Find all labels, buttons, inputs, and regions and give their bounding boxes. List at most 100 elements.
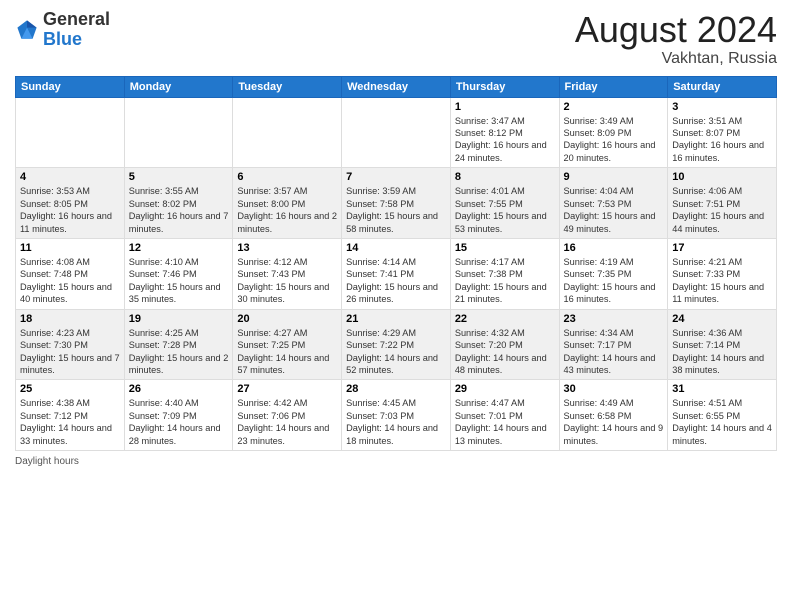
logo-blue-text: Blue	[43, 29, 82, 49]
calendar-cell: 26 Sunrise: 4:40 AM Sunset: 7:09 PM Dayli…	[124, 380, 233, 451]
calendar-cell: 2 Sunrise: 3:49 AM Sunset: 8:09 PM Daylig…	[559, 97, 668, 168]
day-number: 4	[20, 171, 120, 183]
calendar-cell: 31 Sunrise: 4:51 AM Sunset: 6:55 PM Dayli…	[668, 380, 777, 451]
calendar-cell: 19 Sunrise: 4:25 AM Sunset: 7:28 PM Dayli…	[124, 309, 233, 380]
day-number: 25	[20, 383, 120, 395]
logo-text: General Blue	[43, 10, 110, 50]
calendar-cell: 7Sunrise: 3:59 AM Sunset: 7:58 PM Daylig…	[342, 168, 451, 239]
day-number: 24	[672, 313, 772, 325]
calendar-cell: 15Sunrise: 4:17 AM Sunset: 7:38 PM Dayli…	[450, 238, 559, 309]
day-info: Sunrise: 4:40 AM Sunset: 7:09 PM Dayligh…	[129, 397, 229, 447]
day-info: Sunrise: 4:47 AM Sunset: 7:01 PM Dayligh…	[455, 397, 555, 447]
calendar-cell: 5 Sunrise: 3:55 AM Sunset: 8:02 PM Daylig…	[124, 168, 233, 239]
day-number: 22	[455, 313, 555, 325]
header: General Blue August 2024 Vakhtan, Russia	[15, 10, 777, 68]
day-info: Sunrise: 4:34 AM Sunset: 7:17 PM Dayligh…	[564, 327, 664, 377]
calendar-week-3: 18 Sunrise: 4:23 AM Sunset: 7:30 PM Dayli…	[16, 309, 777, 380]
day-number: 12	[129, 242, 229, 254]
day-info: Sunrise: 4:38 AM Sunset: 7:12 PM Dayligh…	[20, 397, 120, 447]
day-info: Sunrise: 3:55 AM Sunset: 8:02 PM Dayligh…	[129, 185, 229, 235]
day-number: 29	[455, 383, 555, 395]
calendar-cell: 29 Sunrise: 4:47 AM Sunset: 7:01 PM Dayli…	[450, 380, 559, 451]
day-number: 30	[564, 383, 664, 395]
day-number: 23	[564, 313, 664, 325]
calendar-cell: 20 Sunrise: 4:27 AM Sunset: 7:25 PM Dayli…	[233, 309, 342, 380]
day-info: Sunrise: 4:19 AM Sunset: 7:35 PM Dayligh…	[564, 256, 664, 306]
day-number: 27	[237, 383, 337, 395]
day-info: Sunrise: 4:51 AM Sunset: 6:55 PM Dayligh…	[672, 397, 772, 447]
day-info: Sunrise: 4:06 AM Sunset: 7:51 PM Dayligh…	[672, 185, 772, 235]
day-number: 8	[455, 171, 555, 183]
calendar-cell: 30 Sunrise: 4:49 AM Sunset: 6:58 PM Dayli…	[559, 380, 668, 451]
calendar-header-row: SundayMondayTuesdayWednesdayThursdayFrid…	[16, 76, 777, 97]
day-number: 9	[564, 171, 664, 183]
day-header-wednesday: Wednesday	[342, 76, 451, 97]
calendar-week-4: 25 Sunrise: 4:38 AM Sunset: 7:12 PM Dayli…	[16, 380, 777, 451]
calendar-cell: 22 Sunrise: 4:32 AM Sunset: 7:20 PM Dayli…	[450, 309, 559, 380]
day-header-thursday: Thursday	[450, 76, 559, 97]
day-number: 19	[129, 313, 229, 325]
calendar-cell: 11Sunrise: 4:08 AM Sunset: 7:48 PM Dayli…	[16, 238, 125, 309]
calendar-cell	[233, 97, 342, 168]
month-year: August 2024	[575, 10, 777, 50]
day-info: Sunrise: 4:25 AM Sunset: 7:28 PM Dayligh…	[129, 327, 229, 377]
calendar-cell: 23 Sunrise: 4:34 AM Sunset: 7:17 PM Dayli…	[559, 309, 668, 380]
calendar-cell	[124, 97, 233, 168]
day-info: Sunrise: 4:32 AM Sunset: 7:20 PM Dayligh…	[455, 327, 555, 377]
calendar-cell: 3Sunrise: 3:51 AM Sunset: 8:07 PM Daylig…	[668, 97, 777, 168]
day-info: Sunrise: 3:49 AM Sunset: 8:09 PM Dayligh…	[564, 115, 664, 165]
calendar-cell: 24Sunrise: 4:36 AM Sunset: 7:14 PM Dayli…	[668, 309, 777, 380]
calendar-cell	[342, 97, 451, 168]
calendar-table: SundayMondayTuesdayWednesdayThursdayFrid…	[15, 76, 777, 451]
day-number: 5	[129, 171, 229, 183]
calendar-cell: 8 Sunrise: 4:01 AM Sunset: 7:55 PM Daylig…	[450, 168, 559, 239]
day-info: Sunrise: 4:10 AM Sunset: 7:46 PM Dayligh…	[129, 256, 229, 306]
page: General Blue August 2024 Vakhtan, Russia…	[0, 0, 792, 612]
day-info: Sunrise: 4:23 AM Sunset: 7:30 PM Dayligh…	[20, 327, 120, 377]
day-number: 7	[346, 171, 446, 183]
day-info: Sunrise: 4:29 AM Sunset: 7:22 PM Dayligh…	[346, 327, 446, 377]
calendar-cell: 27 Sunrise: 4:42 AM Sunset: 7:06 PM Dayli…	[233, 380, 342, 451]
day-number: 26	[129, 383, 229, 395]
calendar-cell: 9 Sunrise: 4:04 AM Sunset: 7:53 PM Daylig…	[559, 168, 668, 239]
logo-general-text: General	[43, 9, 110, 29]
day-info: Sunrise: 3:51 AM Sunset: 8:07 PM Dayligh…	[672, 115, 772, 165]
day-info: Sunrise: 4:21 AM Sunset: 7:33 PM Dayligh…	[672, 256, 772, 306]
day-header-monday: Monday	[124, 76, 233, 97]
day-number: 21	[346, 313, 446, 325]
day-number: 1	[455, 101, 555, 113]
day-info: Sunrise: 3:47 AM Sunset: 8:12 PM Dayligh…	[455, 115, 555, 165]
day-info: Sunrise: 4:17 AM Sunset: 7:38 PM Dayligh…	[455, 256, 555, 306]
calendar-cell: 17 Sunrise: 4:21 AM Sunset: 7:33 PM Dayli…	[668, 238, 777, 309]
day-info: Sunrise: 4:49 AM Sunset: 6:58 PM Dayligh…	[564, 397, 664, 447]
day-number: 31	[672, 383, 772, 395]
day-number: 18	[20, 313, 120, 325]
calendar-cell: 13Sunrise: 4:12 AM Sunset: 7:43 PM Dayli…	[233, 238, 342, 309]
day-header-friday: Friday	[559, 76, 668, 97]
day-number: 17	[672, 242, 772, 254]
day-info: Sunrise: 4:14 AM Sunset: 7:41 PM Dayligh…	[346, 256, 446, 306]
footer-label: Daylight hours	[15, 456, 79, 467]
logo-icon	[15, 18, 39, 42]
day-header-saturday: Saturday	[668, 76, 777, 97]
calendar-cell: 10Sunrise: 4:06 AM Sunset: 7:51 PM Dayli…	[668, 168, 777, 239]
day-info: Sunrise: 3:57 AM Sunset: 8:00 PM Dayligh…	[237, 185, 337, 235]
day-number: 6	[237, 171, 337, 183]
day-info: Sunrise: 4:01 AM Sunset: 7:55 PM Dayligh…	[455, 185, 555, 235]
day-header-tuesday: Tuesday	[233, 76, 342, 97]
day-info: Sunrise: 3:53 AM Sunset: 8:05 PM Dayligh…	[20, 185, 120, 235]
day-info: Sunrise: 4:45 AM Sunset: 7:03 PM Dayligh…	[346, 397, 446, 447]
day-info: Sunrise: 4:04 AM Sunset: 7:53 PM Dayligh…	[564, 185, 664, 235]
day-number: 20	[237, 313, 337, 325]
day-info: Sunrise: 4:27 AM Sunset: 7:25 PM Dayligh…	[237, 327, 337, 377]
day-number: 2	[564, 101, 664, 113]
calendar-week-2: 11Sunrise: 4:08 AM Sunset: 7:48 PM Dayli…	[16, 238, 777, 309]
calendar-cell: 1 Sunrise: 3:47 AM Sunset: 8:12 PM Daylig…	[450, 97, 559, 168]
calendar-cell: 18 Sunrise: 4:23 AM Sunset: 7:30 PM Dayli…	[16, 309, 125, 380]
day-info: Sunrise: 4:08 AM Sunset: 7:48 PM Dayligh…	[20, 256, 120, 306]
calendar-cell: 14 Sunrise: 4:14 AM Sunset: 7:41 PM Dayli…	[342, 238, 451, 309]
day-info: Sunrise: 4:42 AM Sunset: 7:06 PM Dayligh…	[237, 397, 337, 447]
calendar-cell: 12 Sunrise: 4:10 AM Sunset: 7:46 PM Dayli…	[124, 238, 233, 309]
calendar-cell: 28Sunrise: 4:45 AM Sunset: 7:03 PM Dayli…	[342, 380, 451, 451]
day-number: 14	[346, 242, 446, 254]
